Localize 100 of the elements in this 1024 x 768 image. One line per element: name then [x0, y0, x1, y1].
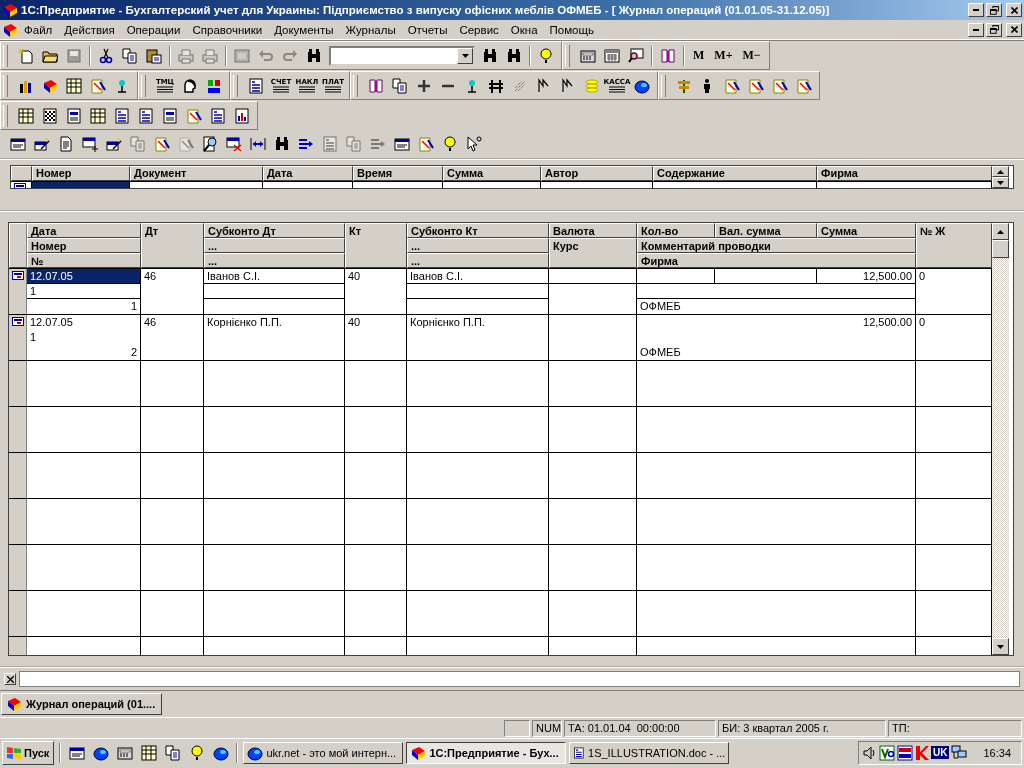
column-header[interactable]: Автор: [541, 166, 653, 181]
close-button[interactable]: [1006, 22, 1022, 37]
menu-item[interactable]: Файл: [18, 23, 59, 36]
grid-icon[interactable]: [488, 77, 504, 94]
table-cell[interactable]: [353, 181, 443, 188]
column-header[interactable]: ...: [407, 238, 549, 253]
copy-icon[interactable]: [392, 77, 408, 94]
window-icon[interactable]: [10, 136, 26, 152]
scrollbar[interactable]: [992, 166, 1009, 188]
column-header[interactable]: Курс: [549, 238, 637, 268]
binoculars-icon[interactable]: [506, 47, 522, 64]
table-cell[interactable]: [817, 181, 992, 188]
taskbar-button[interactable]: 1С:Предприятие - Бух...: [406, 741, 567, 764]
scrollbar-thumb[interactable]: [992, 240, 1009, 258]
taskbar-button[interactable]: ukr.net - это мой интерн...: [243, 741, 404, 764]
checkered-document-icon[interactable]: [42, 107, 58, 124]
column-header[interactable]: Дата: [263, 166, 353, 181]
table-cell[interactable]: 12.07.05: [27, 269, 141, 284]
speaker-icon[interactable]: [863, 745, 877, 760]
binoculars-icon[interactable]: [482, 47, 498, 64]
globe-icon[interactable]: [212, 744, 229, 761]
pencil-document-icon[interactable]: [724, 77, 740, 94]
calculator-icon[interactable]: [116, 744, 133, 761]
double-arrow-icon[interactable]: [250, 136, 266, 152]
search-document-icon[interactable]: [202, 136, 218, 152]
column-header[interactable]: Субконто Кт: [407, 223, 549, 238]
column-header[interactable]: Сумма: [443, 166, 541, 181]
window-tab[interactable]: Журнал операций (01....: [1, 693, 163, 715]
restore-button[interactable]: [986, 22, 1002, 37]
table-icon[interactable]: [18, 107, 34, 124]
calculator-icon[interactable]: [580, 47, 596, 64]
column-header[interactable]: Номер: [32, 166, 130, 181]
column-header[interactable]: Дата: [27, 223, 141, 238]
column-header[interactable]: ...: [204, 238, 345, 253]
column-header[interactable]: Вал. сумма: [715, 223, 817, 238]
column-header[interactable]: ...: [407, 253, 549, 268]
menu-item[interactable]: Справочники: [186, 23, 269, 36]
column-header[interactable]: Дт: [141, 223, 204, 268]
menu-item[interactable]: Операции: [120, 23, 187, 36]
document-icon[interactable]: [138, 107, 154, 124]
signpost-icon[interactable]: [676, 77, 692, 94]
table-cell[interactable]: [541, 181, 653, 188]
combo-box[interactable]: [329, 45, 475, 66]
document-icon[interactable]: [248, 77, 264, 94]
table-cell[interactable]: [653, 181, 817, 188]
close-button[interactable]: [1006, 3, 1022, 17]
table-icon[interactable]: [90, 107, 106, 124]
toolbar-button[interactable]: M−: [737, 48, 766, 63]
restore-button[interactable]: [986, 3, 1002, 17]
copy-icon[interactable]: [164, 744, 181, 761]
table-cell[interactable]: [443, 181, 541, 188]
pencil-document-icon[interactable]: [796, 77, 812, 94]
binoculars-icon[interactable]: [274, 136, 290, 152]
pencil-document-icon[interactable]: [418, 136, 434, 152]
help-cursor-icon[interactable]: [466, 136, 482, 152]
menu-item[interactable]: Окна: [504, 23, 544, 36]
menu-item[interactable]: Журналы: [339, 23, 402, 36]
column-header[interactable]: Валюта: [549, 223, 637, 238]
document-icon[interactable]: [210, 107, 226, 124]
column-header[interactable]: Содержание: [653, 166, 817, 181]
taskbar-button[interactable]: 1S_ILLUSTRATION.doc - ...: [569, 741, 730, 764]
network-icon[interactable]: [951, 743, 968, 760]
crossed-window-icon[interactable]: [226, 136, 242, 152]
document-window-icon[interactable]: [2, 21, 18, 38]
minimize-button[interactable]: [968, 3, 984, 17]
pencil-document-icon[interactable]: [748, 77, 764, 94]
currency-icon[interactable]: [206, 77, 222, 94]
document-icon[interactable]: [66, 107, 82, 124]
table-cell[interactable]: [130, 181, 263, 188]
new-document-icon[interactable]: [18, 47, 34, 64]
window-wand-icon[interactable]: [106, 136, 122, 152]
toolbar-button[interactable]: M+: [709, 48, 738, 63]
column-header[interactable]: Субконто Дт: [204, 223, 345, 238]
table-cell[interactable]: 12.07.05: [27, 315, 141, 330]
menu-item[interactable]: Отчеты: [401, 23, 454, 36]
column-header[interactable]: №: [27, 253, 141, 268]
message-field[interactable]: [19, 671, 1020, 687]
column-header[interactable]: Кт: [345, 223, 407, 268]
minimize-button[interactable]: [968, 22, 984, 37]
pencil-document-icon[interactable]: [186, 107, 202, 124]
copy-icon[interactable]: [122, 47, 138, 64]
table-icon[interactable]: [66, 77, 82, 94]
column-header[interactable]: Время: [353, 166, 443, 181]
window-icon[interactable]: [394, 136, 410, 152]
table-cell[interactable]: [263, 181, 353, 188]
window-wand-icon[interactable]: [34, 136, 50, 152]
column-header[interactable]: Фирма: [637, 253, 916, 268]
tray-logo-icon[interactable]: [879, 744, 895, 761]
column-header[interactable]: Сумма: [817, 223, 916, 238]
pencil-document-icon[interactable]: [772, 77, 788, 94]
pencil-document-icon[interactable]: [90, 77, 106, 94]
magnifier-icon[interactable]: [628, 47, 644, 64]
blob-icon[interactable]: [634, 77, 650, 94]
document-icon[interactable]: [58, 136, 74, 152]
chart-document-icon[interactable]: [234, 107, 250, 124]
window-icon[interactable]: [68, 744, 85, 761]
column-header[interactable]: Кол-во: [637, 223, 715, 238]
document-icon[interactable]: [162, 107, 178, 124]
head-icon[interactable]: [182, 77, 198, 94]
column-header[interactable]: Комментарий проводки: [637, 238, 916, 253]
